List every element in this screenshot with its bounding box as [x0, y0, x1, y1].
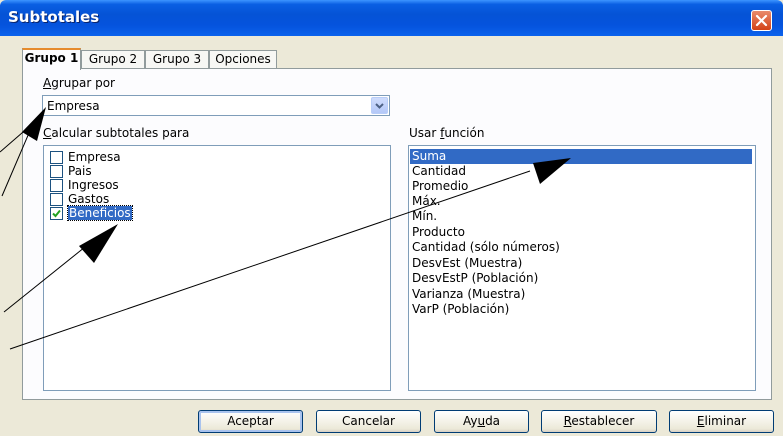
annotation-arrows	[0, 107, 571, 350]
subtotals-dialog: Subtotales Grupo 1 Grupo 2 Grupo 3 Opcio…	[0, 0, 783, 436]
arrowhead-icon	[22, 107, 46, 141]
arrowhead-icon	[79, 224, 118, 263]
tab-grupo-1[interactable]: Grupo 1	[22, 48, 81, 70]
annotation-line	[3, 242, 91, 313]
annotation-line	[9, 170, 531, 350]
annotation-line	[1, 125, 33, 197]
arrowhead-icon	[533, 158, 571, 184]
